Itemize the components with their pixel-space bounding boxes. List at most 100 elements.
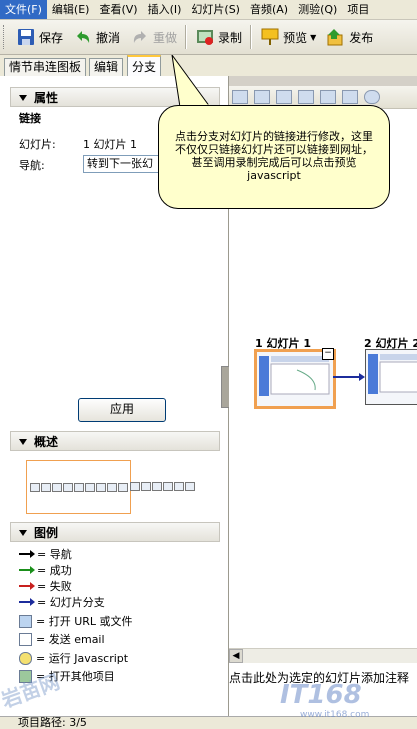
publish-label: 发布 [349,30,374,45]
script-icon [19,651,32,665]
overview-header[interactable]: 概述 [10,431,220,451]
project-path-text: 项目路径: 3/5 [18,716,87,729]
undo-label: 撤消 [96,30,121,45]
legend-label: = 发送 email [36,633,105,646]
redo-icon [130,27,150,47]
export-icon[interactable] [342,90,358,104]
properties-header[interactable]: 属性 [10,87,220,107]
horizontal-scrollbar[interactable]: ◀ [229,648,417,663]
watermark-url: www.it168.com [300,710,370,720]
branch-arrow [333,373,365,381]
menu-audio[interactable]: 音频(A) [245,0,293,19]
publish-icon [326,27,346,47]
overview-slide [63,483,73,492]
legend-item-slide-branch: = 幻灯片分支 [19,594,105,610]
overview-overflow-strip [130,482,200,491]
legend-label: = 幻灯片分支 [37,596,105,609]
grid-icon[interactable] [276,90,292,104]
watermark-right: IT168 [280,680,362,710]
link-group-label: 链接 [19,112,41,125]
tab-storyboard[interactable]: 情节串连图板 [4,58,87,76]
toolbar-separator [250,25,253,49]
tab-edit[interactable]: 编辑 [89,58,124,76]
menu-edit[interactable]: 编辑(E) [47,0,95,19]
legend-title: 图例 [34,526,59,540]
toolbar-grip[interactable] [3,25,7,49]
navigation-field-label: 导航: [19,159,45,172]
save-button[interactable]: 保存 [11,23,68,51]
menu-insert[interactable]: 插入(I) [143,0,187,19]
undo-icon [73,27,93,47]
redo-label: 重做 [153,30,178,45]
menu-view[interactable]: 查看(V) [94,0,142,19]
legend-item-navigation: = 导航 [19,546,72,562]
redo-button[interactable]: 重做 [125,23,182,51]
menu-file[interactable]: 文件(F) [0,0,47,19]
overview-slide [174,482,184,491]
collapse-triangle-icon [19,95,27,101]
slide-field-value: 1 幻灯片 1 [83,138,137,151]
overview-slide [74,483,84,492]
toolbar-separator [185,25,188,49]
publish-button[interactable]: 发布 [321,23,378,51]
collapse-box-icon[interactable]: − [322,348,334,360]
legend-label: = 运行 Javascript [36,652,129,665]
callout-text: 点击分支对幻灯片的链接进行修改，这里不仅仅只链接幻灯片还可以链接到网址，甚至调用… [175,130,373,182]
overview-slide [52,483,62,492]
tab-branch[interactable]: 分支 [127,55,162,78]
legend-item-failure: = 失败 [19,578,72,594]
globe-icon [19,614,32,628]
legend-item-open-url: = 打开 URL 或文件 [19,613,133,629]
slide-1-preview [257,352,333,406]
pen-icon[interactable] [232,90,248,104]
legend-label: = 打开 URL 或文件 [36,615,133,628]
collapse-triangle-icon [19,530,27,536]
overview-slide [185,482,195,491]
undo-button[interactable]: 撤消 [68,23,125,51]
arrow-icon [19,598,35,606]
menu-quiz[interactable]: 测验(Q) [293,0,342,19]
save-label: 保存 [39,30,64,45]
overview-slide [130,482,140,491]
chevron-down-icon[interactable]: ▼ [310,33,316,42]
preview-label: 预览 [283,30,308,45]
main-toolbar: 保存 撤消 重做 录制 预览 ▼ 发布 [0,20,417,55]
overview-title: 概述 [34,435,59,449]
overview-slide [118,483,128,492]
floppy-disk-icon [16,27,36,47]
preview-icon [260,27,280,47]
slide-2-preview [366,350,417,404]
legend-item-email: = 发送 email [19,631,105,647]
overview-slide [41,483,51,492]
view-tabs: 情节串连图板 编辑 分支 [0,55,417,78]
overview-slide [163,482,173,491]
arrow-icon [19,566,35,574]
scroll-left-icon[interactable]: ◀ [229,649,243,663]
record-icon [195,27,215,47]
arrow-icon [19,582,35,590]
legend-item-success: = 成功 [19,562,72,578]
image-icon[interactable] [254,90,270,104]
collapse-triangle-icon [19,439,27,445]
legend-header[interactable]: 图例 [10,522,220,542]
apply-button[interactable]: 应用 [78,398,166,422]
properties-title: 属性 [34,91,59,105]
list-icon[interactable] [298,90,314,104]
overview-slide [152,482,162,491]
slide-2-thumbnail[interactable] [365,349,417,405]
overview-slide [30,483,40,492]
record-label: 录制 [218,30,243,45]
overview-thumbnail[interactable] [26,460,131,514]
menu-bar: 文件(F) 编辑(E) 查看(V) 插入(I) 幻灯片(S) 音频(A) 测验(… [0,0,417,20]
overview-slide [141,482,151,491]
overview-slide [85,483,95,492]
email-icon [19,632,32,646]
menu-slide[interactable]: 幻灯片(S) [186,0,245,19]
legend-label: = 成功 [37,564,72,577]
layout-icon[interactable] [320,90,336,104]
slide-field-label: 幻灯片: [19,138,56,151]
zoom-in-icon[interactable] [364,90,380,104]
record-button[interactable]: 录制 [190,23,247,51]
preview-button[interactable]: 预览 ▼ [255,23,321,51]
menu-project[interactable]: 项目 [342,0,374,19]
